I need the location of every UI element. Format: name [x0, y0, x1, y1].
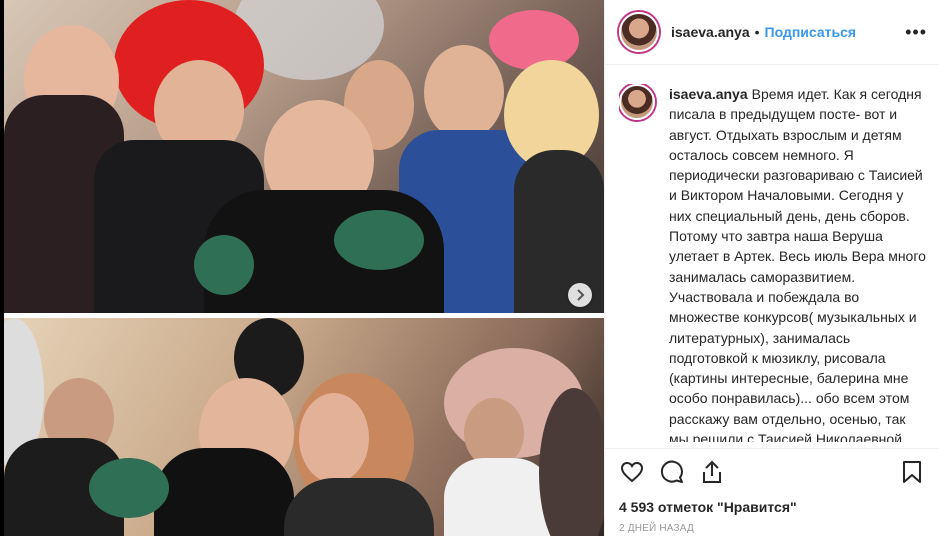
post-header: isaeva.anya • Подписаться ••• — [605, 0, 939, 65]
comment-button[interactable] — [659, 459, 685, 485]
share-button[interactable] — [699, 459, 725, 485]
caption-avatar[interactable] — [619, 84, 655, 120]
action-icons — [605, 449, 939, 487]
save-button[interactable] — [899, 459, 925, 485]
post-timestamp[interactable]: 2 дней назад — [605, 515, 939, 534]
chevron-right-icon — [577, 289, 585, 301]
post-details-panel: isaeva.anya • Подписаться ••• isaeva.any… — [604, 0, 939, 536]
author-avatar[interactable] — [619, 12, 659, 52]
post-media — [0, 0, 604, 536]
author-username[interactable]: isaeva.anya — [671, 24, 750, 40]
more-options-button[interactable]: ••• — [905, 22, 927, 43]
like-button[interactable] — [619, 459, 645, 485]
comments-area[interactable]: isaeva.anya Время идет. Как я сегодня пис… — [619, 84, 929, 442]
heart-icon — [620, 461, 644, 483]
follow-button[interactable]: Подписаться — [765, 24, 857, 40]
caption-text: Время идет. Как я сегодня писала в преды… — [669, 86, 926, 442]
separator-dot: • — [754, 24, 760, 40]
likes-count[interactable]: 4 593 отметок "Нравится" — [605, 487, 939, 515]
next-photo-button[interactable] — [568, 283, 592, 307]
action-bar: 4 593 отметок "Нравится" 2 дней назад — [605, 448, 939, 537]
photo-bottom — [4, 318, 604, 536]
post-caption: isaeva.anya Время идет. Как я сегодня пис… — [669, 84, 929, 442]
caption-username[interactable]: isaeva.anya — [669, 86, 748, 102]
share-icon — [703, 460, 721, 483]
bookmark-icon — [903, 461, 921, 483]
comment-icon — [660, 460, 683, 483]
instagram-post-modal: isaeva.anya • Подписаться ••• isaeva.any… — [0, 0, 939, 536]
photo-top — [4, 0, 604, 313]
